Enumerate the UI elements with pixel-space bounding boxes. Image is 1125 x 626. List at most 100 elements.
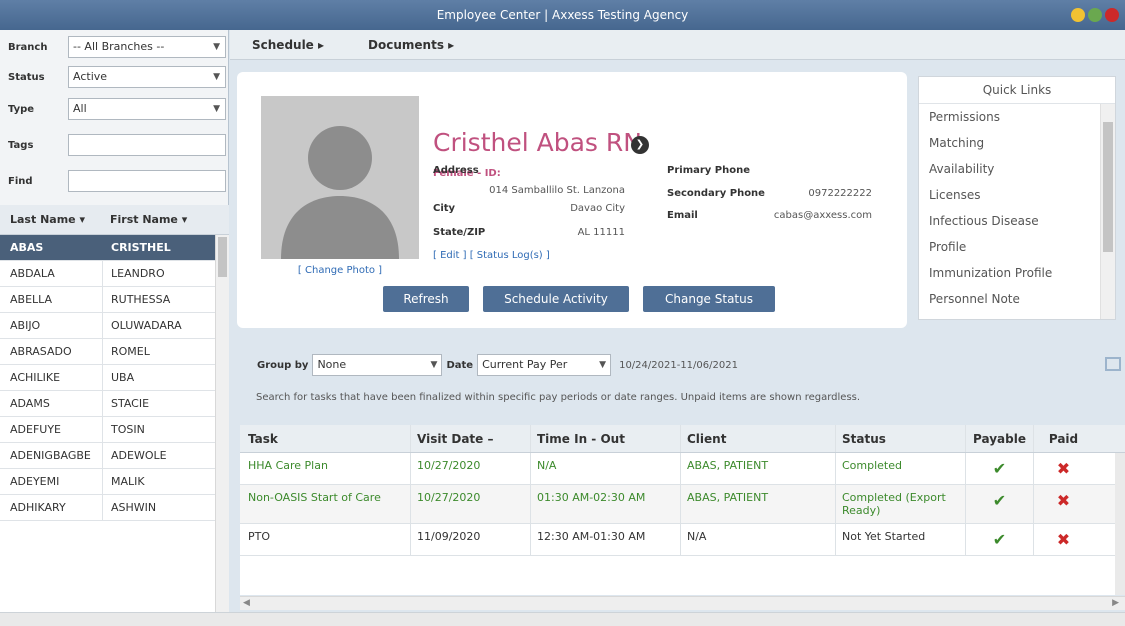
paid-cell: ✖ [1033,453,1093,484]
chevron-down-icon: ▼ [430,360,438,370]
task-name[interactable]: HHA Care Plan [240,453,410,484]
employee-row[interactable]: ABIJO OLUWADARA [0,313,229,339]
employee-row[interactable]: ADHIKARY ASHWIN [0,495,229,521]
x-icon: ✖ [1056,491,1071,510]
employee-row[interactable]: ACHILIKE UBA [0,365,229,391]
quick-link-availability[interactable]: Availability [919,156,1101,182]
branch-filter-row: Branch -- All Branches -- ▼ [8,35,226,59]
group-by-select[interactable]: None ▼ [312,354,443,376]
employee-row[interactable]: ABRASADO ROMEL [0,339,229,365]
scroll-left-icon[interactable]: ◀ [243,597,250,610]
task-filter-bar: Group by None ▼ Date Current Pay Per ▼ 1… [237,350,1125,380]
time-column-header[interactable]: Time In - Out [530,425,680,452]
quick-link-licenses[interactable]: Licenses [919,182,1101,208]
first-name-column-header[interactable]: First Name ▾ [102,205,212,234]
schedule-activity-button[interactable]: Schedule Activity [483,286,629,312]
task-name[interactable]: PTO [240,524,410,555]
employee-table-header: Last Name ▾ First Name ▾ [0,205,229,235]
date-select-value: Current Pay Per [482,358,568,371]
quick-link-profile[interactable]: Profile [919,234,1101,260]
employee-first-name: ADEWOLE [102,443,212,468]
employee-last-name: ABRASADO [10,345,72,358]
paid-column-header[interactable]: Paid [1033,425,1093,452]
edit-status-links[interactable]: [ Edit ] [ Status Log(s) ] [433,250,550,261]
address-value: 014 Samballilo St. Lanzona [489,185,625,196]
maximize-button[interactable] [1088,8,1102,22]
change-photo-link[interactable]: [ Change Photo ] [261,265,419,276]
profile-card: [ Change Photo ] Cristhel Abas RN ❯ Fema… [237,72,907,328]
last-name-column-header[interactable]: Last Name ▾ [0,205,102,234]
minimize-button[interactable] [1071,8,1085,22]
quick-links-scrollbar[interactable] [1100,104,1115,319]
visit-date-column-header[interactable]: Visit Date – [410,425,530,452]
task-row[interactable]: HHA Care Plan 10/27/2020 N/A ABAS, PATIE… [240,453,1125,485]
client-column-header[interactable]: Client [680,425,835,452]
status-filter-row: Status Active ▼ [8,65,226,89]
chevron-down-icon: ▼ [213,42,220,52]
payable-column-header[interactable]: Payable [965,425,1033,452]
status-select[interactable]: Active ▼ [68,66,226,88]
employee-first-name: ASHWIN [102,495,212,520]
branch-select[interactable]: -- All Branches -- ▼ [68,36,226,58]
status-column-header[interactable]: Status [835,425,965,452]
type-select[interactable]: All ▼ [68,98,226,120]
task-time: 12:30 AM-01:30 AM [530,524,680,555]
scrollbar-thumb[interactable] [1103,122,1113,252]
employee-first-name: OLUWADARA [102,313,212,338]
employee-row[interactable]: ABELLA RUTHESSA [0,287,229,313]
quick-links-title: Quick Links [919,77,1115,104]
tags-input[interactable] [68,134,226,156]
type-label: Type [8,103,35,115]
tasks-vertical-scrollbar[interactable] [1115,453,1125,595]
employee-last-name: ADAMS [10,397,50,410]
employee-row[interactable]: ADEYEMI MALIK [0,469,229,495]
scrollbar-thumb[interactable] [218,237,227,277]
quick-links-panel: Quick Links Permissions Matching Availab… [918,76,1116,320]
type-select-value: All [73,102,87,115]
change-status-button[interactable]: Change Status [643,286,775,312]
check-icon: ✔ [992,459,1007,478]
quick-link-personnel-note[interactable]: Personnel Note [919,286,1101,312]
task-row[interactable]: Non-OASIS Start of Care 10/27/2020 01:30… [240,485,1125,524]
employee-last-name: ABAS [10,241,44,254]
refresh-button[interactable]: Refresh [383,286,469,312]
quick-link-immunization-profile[interactable]: Immunization Profile [919,260,1101,286]
arrow-right-circle-icon[interactable]: ❯ [631,136,649,154]
export-icon[interactable] [1105,357,1121,371]
employee-row[interactable]: ABDALA LEANDRO [0,261,229,287]
employee-last-name: ABDALA [10,267,55,280]
task-row[interactable]: PTO 11/09/2020 12:30 AM-01:30 AM N/A Not… [240,524,1125,556]
window-controls [1071,8,1119,22]
employee-first-name: CRISTHEL [102,235,212,260]
task-column-header[interactable]: Task [240,425,410,452]
employee-list-scrollbar[interactable] [215,235,229,612]
task-name[interactable]: Non-OASIS Start of Care [240,485,410,523]
search-note: Search for tasks that have been finalize… [256,392,861,403]
quick-link-permissions[interactable]: Permissions [919,104,1101,130]
scroll-right-icon[interactable]: ▶ [1112,597,1119,610]
employee-row[interactable]: ADAMS STACIE [0,391,229,417]
close-button[interactable] [1105,8,1119,22]
address-label: Address [433,165,479,176]
chevron-down-icon: ▼ [213,104,220,114]
task-time: N/A [530,453,680,484]
employee-row[interactable]: ABAS CRISTHEL [0,235,229,261]
employee-row[interactable]: ADENIGBAGBE ADEWOLE [0,443,229,469]
documents-menu[interactable]: Documents ▸ [346,38,476,52]
check-icon: ✔ [992,491,1007,510]
employee-row[interactable]: ADEFUYE TOSIN [0,417,229,443]
email-label: Email [667,210,698,221]
tasks-horizontal-scrollbar[interactable]: ◀ ▶ [240,596,1125,610]
type-filter-row: Type All ▼ [8,97,226,121]
find-input[interactable] [68,170,226,192]
city-label: City [433,203,456,214]
schedule-menu[interactable]: Schedule ▸ [230,38,346,52]
employee-last-name: ABELLA [10,293,53,306]
employee-last-name: ADEYEMI [10,475,60,488]
date-select[interactable]: Current Pay Per ▼ [477,354,612,376]
employee-first-name: LEANDRO [102,261,212,286]
employee-sidebar: Branch -- All Branches -- ▼ Status Activ… [0,30,229,612]
employee-first-name: ROMEL [102,339,212,364]
quick-link-infectious-disease[interactable]: Infectious Disease [919,208,1101,234]
quick-link-matching[interactable]: Matching [919,130,1101,156]
